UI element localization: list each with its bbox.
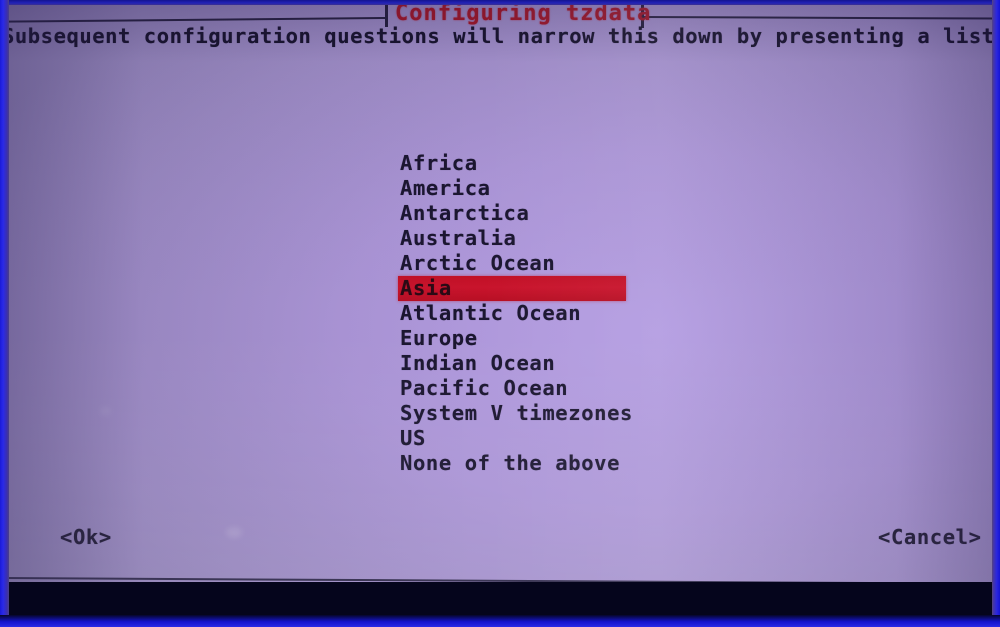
dialog-prompt-text: Subsequent configuration questions will … <box>4 24 996 48</box>
panel-smudge <box>226 527 242 538</box>
screen-dark-strip <box>0 582 1000 618</box>
list-item[interactable]: Indian Ocean <box>398 351 626 376</box>
monitor-bezel-top <box>0 0 1000 5</box>
list-item[interactable]: System V timezones <box>398 401 632 426</box>
monitor-bezel-left <box>0 0 9 627</box>
list-item[interactable]: None of the above <box>398 451 626 476</box>
panel-smudge <box>100 407 111 415</box>
console-screen: Configuring tzdata Subsequent configurat… <box>4 3 996 592</box>
list-item[interactable]: Antarctica <box>398 201 626 226</box>
monitor-photo: Configuring tzdata Subsequent configurat… <box>0 0 1000 627</box>
list-item[interactable]: Asia <box>398 276 626 301</box>
list-item[interactable]: US <box>398 426 626 451</box>
ok-button[interactable]: <Ok> <box>60 525 112 549</box>
list-item[interactable]: Europe <box>398 326 626 351</box>
cancel-button[interactable]: <Cancel> <box>878 525 982 549</box>
monitor-bezel-bottom <box>0 615 1000 627</box>
dialog-title: Configuring tzdata <box>395 3 652 26</box>
timezone-area-list[interactable]: Africa America Antarctica Australia Arctic O… <box>398 151 632 476</box>
dialog-border-top-right <box>643 16 996 20</box>
dialog-border-top-left <box>4 17 386 23</box>
list-item[interactable]: Africa <box>398 151 626 176</box>
list-item[interactable]: Pacific Ocean <box>398 376 626 401</box>
monitor-bezel-right <box>992 0 1000 627</box>
list-item[interactable]: Australia <box>398 226 626 251</box>
list-item[interactable]: Arctic Ocean <box>398 251 626 276</box>
list-item[interactable]: America <box>398 176 626 201</box>
list-item[interactable]: Atlantic Ocean <box>398 301 626 326</box>
